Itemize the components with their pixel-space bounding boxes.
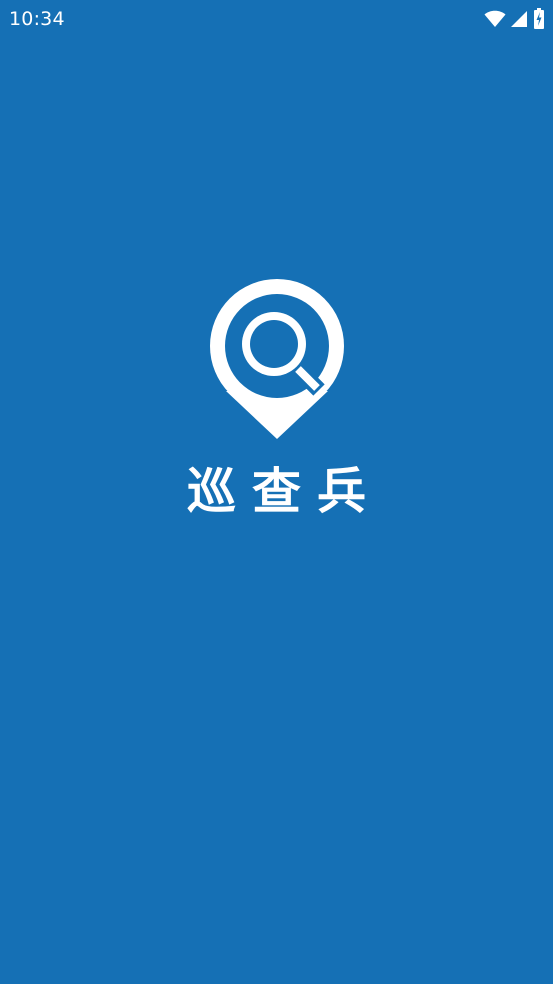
splash-screen: 巡查兵 bbox=[0, 0, 553, 984]
app-name: 巡查兵 bbox=[186, 463, 382, 520]
location-pin-search-icon bbox=[206, 275, 348, 441]
